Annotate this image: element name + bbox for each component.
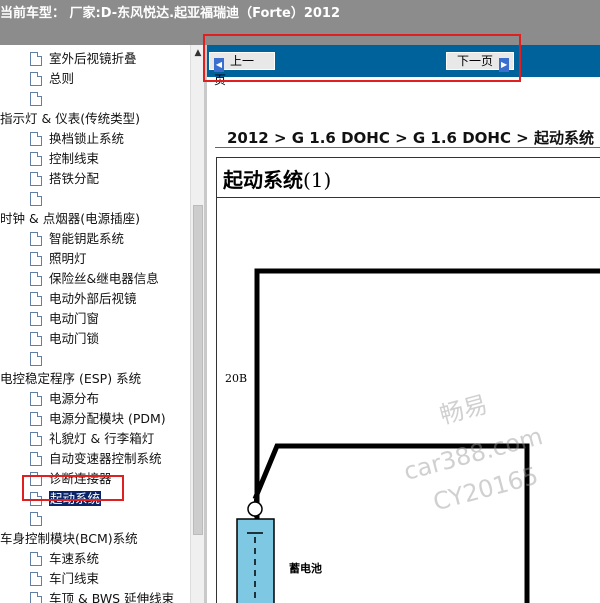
page-icon	[30, 412, 42, 426]
highlight-box-selected-item	[22, 475, 124, 501]
page-icon	[30, 272, 42, 286]
window-title-bar: 当前车型： 厂家:D-东风悦达.起亚福瑞迪（Forte）2012	[0, 0, 600, 28]
page-icon	[30, 292, 42, 306]
page-icon	[30, 432, 42, 446]
tree-item[interactable]	[30, 349, 49, 369]
tree-item-label: 电控稳定程序 (ESP) 系统	[0, 371, 142, 386]
tree-item[interactable]: 电动门锁	[30, 329, 99, 349]
tree-item[interactable]: 电源分布	[30, 389, 99, 409]
tree-item[interactable]: 照明灯	[30, 249, 87, 269]
tree-item[interactable]	[30, 89, 49, 109]
tree-item[interactable]	[30, 189, 49, 209]
tree-item[interactable]: 控制线束	[30, 149, 99, 169]
tree-item[interactable]: 换档锁止系统	[30, 129, 124, 149]
tree-item[interactable]: 智能钥匙系统	[30, 229, 124, 249]
tree-item[interactable]: 自动变速器控制系统	[30, 449, 162, 469]
tree-item-label: 照明灯	[49, 251, 87, 266]
tree-item[interactable]: 电动外部后视镜	[30, 289, 137, 309]
page-icon	[30, 72, 42, 86]
tree-item[interactable]	[30, 509, 49, 529]
scrollbar-thumb[interactable]	[193, 205, 203, 535]
wire-battery-positive	[252, 443, 530, 603]
sidebar-tree[interactable]: 室外后视镜折叠 总则指示灯 & 仪表(传统类型) 换档锁止系统 控制线束搭铁分配时钟 …	[0, 45, 190, 603]
tree-item-label: 换档锁止系统	[49, 131, 125, 146]
wire-20b	[254, 268, 600, 559]
tree-folder[interactable]: 指示灯 & 仪表(传统类型)	[0, 109, 140, 129]
tree-item-label: 礼貌灯 & 行李箱灯	[49, 431, 155, 446]
page-icon	[30, 452, 42, 466]
tree-item-label: 车速系统	[49, 551, 100, 566]
page-icon	[30, 352, 42, 366]
current-vehicle-title: 当前车型： 厂家:D-东风悦达.起亚福瑞迪（Forte）2012	[0, 6, 340, 21]
tree-folder[interactable]: 车身控制模块(BCM)系统	[0, 529, 138, 549]
page-icon	[30, 152, 42, 166]
tree-item[interactable]: 电动门窗	[30, 309, 99, 329]
page-title: 起动系统(1)	[223, 164, 331, 193]
tree-item[interactable]: 总则	[30, 69, 74, 89]
tree-item-label: 电源分配模块 (PDM)	[49, 411, 166, 426]
tree-item-label: 控制线束	[49, 151, 100, 166]
page-icon	[30, 552, 42, 566]
tree-item-label: 总则	[49, 71, 75, 86]
tree-item-label: 车身控制模块(BCM)系统	[0, 531, 138, 546]
page-icon	[30, 192, 42, 206]
tree-item[interactable]: 车速系统	[30, 549, 99, 569]
page-icon	[30, 392, 42, 406]
tree-item-label: 自动变速器控制系统	[49, 451, 162, 466]
tree-item-label: 室外后视镜折叠	[49, 51, 137, 66]
tree-item[interactable]: 保险丝&继电器信息	[30, 269, 159, 289]
tree-item[interactable]: 车顶 & BWS 延伸线束	[30, 589, 174, 603]
diagram-heading-box: 起动系统(1)	[217, 158, 600, 198]
tree-item-label: 智能钥匙系统	[49, 231, 125, 246]
battery-terminal	[247, 501, 263, 517]
page-icon	[30, 592, 42, 603]
breadcrumb: 2012 > G 1.6 DOHC > G 1.6 DOHC > 起动系统 > …	[227, 129, 600, 147]
page-icon	[30, 312, 42, 326]
page-icon	[30, 332, 42, 346]
page-icon	[30, 232, 42, 246]
tree-item-label: 保险丝&继电器信息	[49, 271, 159, 286]
tree-item-label: 电源分布	[49, 391, 100, 406]
page-title-number: (1)	[303, 168, 332, 192]
tree-item[interactable]: 车门线束	[30, 569, 99, 589]
tree-item-label: 车门线束	[49, 571, 100, 586]
page-icon	[30, 572, 42, 586]
page-icon	[30, 52, 42, 66]
tree-item-label: 指示灯 & 仪表(传统类型)	[0, 111, 140, 126]
page-icon	[30, 132, 42, 146]
highlight-box-nav	[203, 34, 521, 82]
tree-item[interactable]: 礼貌灯 & 行李箱灯	[30, 429, 154, 449]
battery-label: 蓄电池	[289, 562, 322, 575]
page-icon	[30, 512, 42, 526]
page-title-text: 起动系统	[223, 168, 303, 192]
breadcrumb-divider	[215, 147, 600, 148]
wiring-diagram	[236, 268, 600, 603]
tree-item-label: 搭铁分配	[49, 171, 100, 186]
page-icon	[30, 92, 42, 106]
tree-item[interactable]: 电源分配模块 (PDM)	[30, 409, 166, 429]
tree-item-label: 电动外部后视镜	[49, 291, 137, 306]
tree-folder[interactable]: 电控稳定程序 (ESP) 系统	[0, 369, 141, 389]
tree-item-label: 时钟 & 点烟器(电源插座)	[0, 211, 140, 226]
tree-folder[interactable]: 时钟 & 点烟器(电源插座)	[0, 209, 140, 229]
diagram-frame: 起动系统(1) 20B 蓄电池	[216, 157, 600, 603]
tree-item[interactable]: 搭铁分配	[30, 169, 99, 189]
page-icon	[30, 252, 42, 266]
sidebar-scrollbar[interactable]: ▲	[190, 45, 204, 603]
tree-item-label: 电动门窗	[49, 311, 100, 326]
wire-label-20b: 20B	[225, 372, 248, 385]
content-pane: ◀ 上一页 下一页 ▶ 2012 > G 1.6 DOHC > G 1.6 DOHC…	[207, 45, 600, 603]
tree-item[interactable]: 室外后视镜折叠	[30, 49, 137, 69]
tree-item-label: 车顶 & BWS 延伸线束	[49, 591, 175, 603]
tree-item-label: 电动门锁	[49, 331, 100, 346]
page-icon	[30, 172, 42, 186]
